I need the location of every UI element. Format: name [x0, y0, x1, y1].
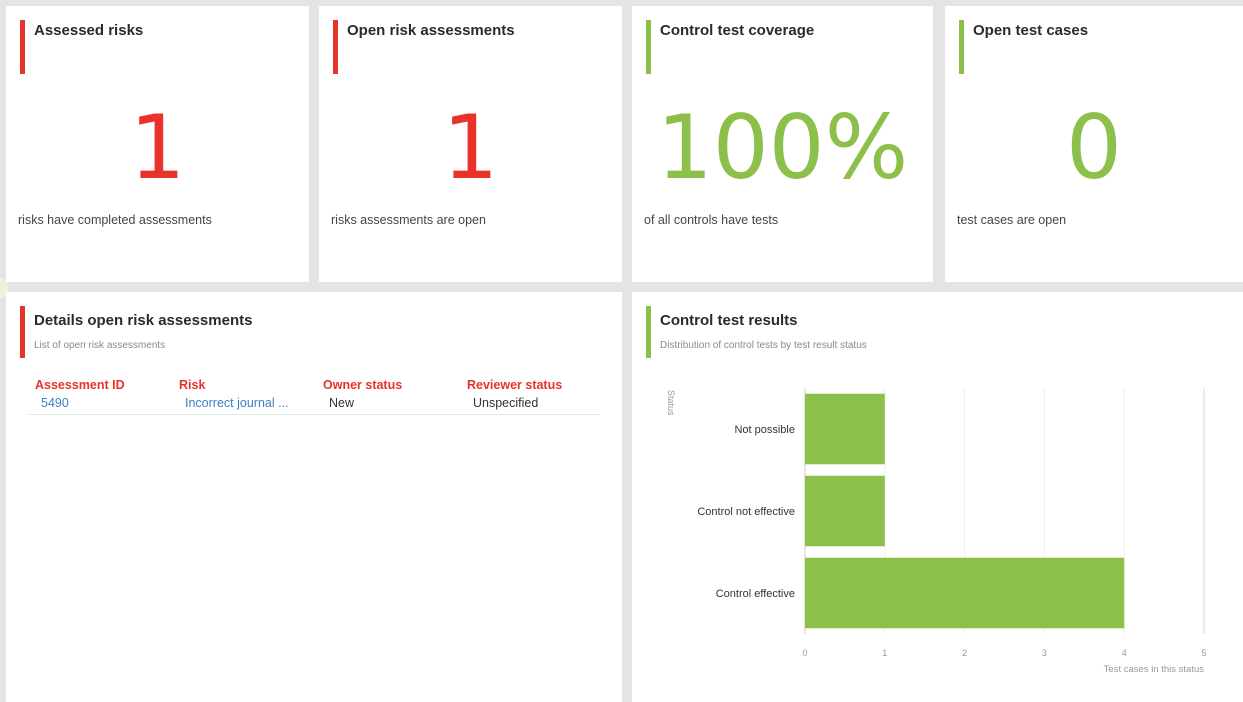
column-header-assessment-id[interactable]: Assessment ID [29, 376, 173, 394]
kpi-card-open-test-cases: Open test cases 0 test cases are open [945, 6, 1243, 282]
panel-subtitle: List of open risk assessments [34, 340, 166, 351]
accent-bar [646, 20, 651, 74]
y-axis-title: Status [666, 390, 676, 416]
card-title: Open risk assessments [347, 22, 515, 39]
kpi-caption: risks have completed assessments [18, 213, 212, 227]
accent-bar [20, 306, 25, 358]
bar-control-not-effective [805, 475, 885, 547]
kpi-value: 1 [129, 96, 186, 199]
card-title: Assessed risks [34, 22, 144, 39]
column-header-risk[interactable]: Risk [173, 376, 317, 394]
category-label: Control not effective [697, 506, 795, 518]
table-header-row: Assessment ID Risk Owner status Reviewer… [29, 376, 599, 394]
accent-bar [333, 20, 338, 74]
card-title: Open test cases [973, 22, 1089, 39]
card-title: Control test coverage [660, 22, 815, 39]
bar-control-effective [805, 557, 1125, 629]
panel-title: Details open risk assessments [34, 312, 253, 329]
details-open-risk-assessments-panel: Details open risk assessments List of op… [6, 292, 622, 702]
kpi-card-open-risk-assessments: Open risk assessments 1 risks assessment… [319, 6, 622, 282]
assessment-id-link[interactable]: 5490 [29, 394, 173, 415]
category-label: Not possible [734, 424, 795, 436]
kpi-value: 1 [442, 96, 499, 199]
x-tick-label: 4 [1122, 648, 1127, 658]
assessments-table: Assessment ID Risk Owner status Reviewer… [29, 376, 599, 415]
kpi-value: 0 [1066, 96, 1122, 199]
owner-status-cell: New [317, 394, 461, 415]
risk-link[interactable]: Incorrect journal ... [173, 394, 317, 415]
x-axis-title: Test cases in this status [1104, 664, 1205, 675]
control-test-results-chart: 0 1 2 3 4 5 Not possible Control not effective C… [666, 388, 1207, 675]
accent-bar [20, 20, 25, 74]
kpi-caption: of all controls have tests [644, 213, 779, 227]
kpi-caption: risks assessments are open [331, 213, 486, 227]
column-header-owner-status[interactable]: Owner status [317, 376, 461, 394]
kpi-card-control-test-coverage: Control test coverage 100% of all contro… [632, 6, 933, 282]
control-test-results-panel: Control test results Distribution of con… [632, 292, 1243, 702]
accent-bar [959, 20, 964, 74]
kpi-card-assessed-risks: Assessed risks 1 risks have completed as… [6, 6, 309, 282]
kpi-value: 100% [656, 96, 909, 199]
x-tick-label: 0 [802, 648, 807, 658]
table-row[interactable]: 5490 Incorrect journal ... New Unspecifi… [29, 394, 599, 415]
x-tick-label: 3 [1042, 648, 1047, 658]
x-tick-label: 1 [882, 648, 887, 658]
kpi-caption: test cases are open [957, 213, 1067, 227]
category-label: Control effective [716, 588, 795, 600]
reviewer-status-cell: Unspecified [461, 394, 599, 415]
bar-not-possible [805, 393, 885, 465]
x-tick-label: 5 [1201, 648, 1206, 658]
x-tick-label: 2 [962, 648, 967, 658]
column-header-reviewer-status[interactable]: Reviewer status [461, 376, 599, 394]
